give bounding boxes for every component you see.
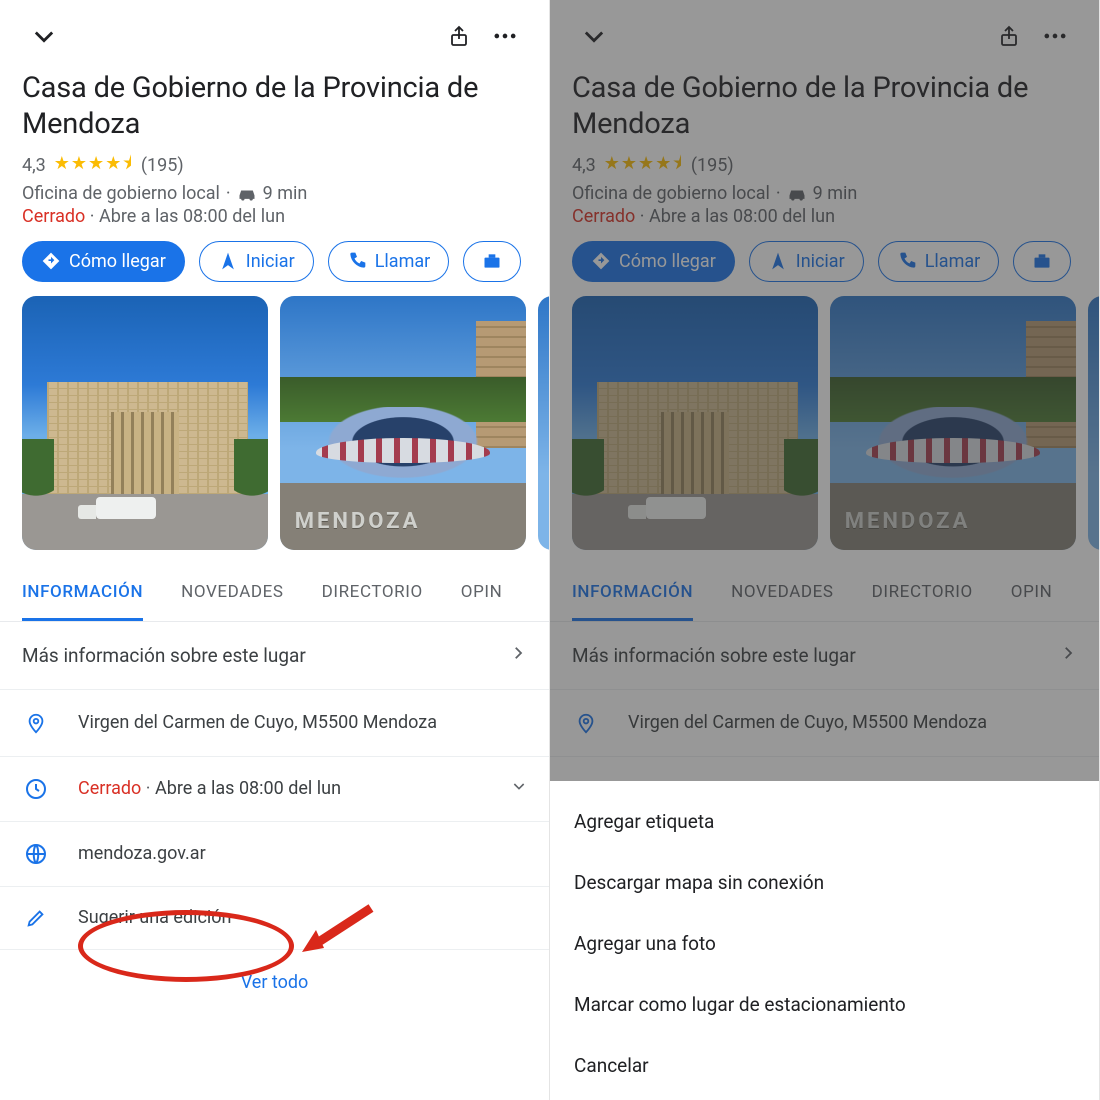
stars-icon: ★★★★⯨ xyxy=(604,151,683,181)
website-row[interactable]: mendoza.gov.ar xyxy=(0,822,549,887)
pin-icon xyxy=(22,710,50,736)
chevron-right-icon xyxy=(509,644,527,667)
photo-1[interactable] xyxy=(572,296,818,550)
photo-letters: MENDOZA xyxy=(295,509,421,534)
directions-button[interactable]: Cómo llegar xyxy=(572,241,735,282)
extra-chip[interactable] xyxy=(463,241,521,282)
address-row[interactable]: Virgen del Carmen de Cuyo, M5500 Mendoza xyxy=(0,690,549,757)
collapse-chevron-icon[interactable] xyxy=(570,16,618,60)
globe-icon xyxy=(22,842,50,866)
place-title: Casa de Gobierno de la Provincia de Mend… xyxy=(550,64,1099,147)
place-category: Oficina de gobierno local xyxy=(22,183,220,204)
hours-row[interactable]: Cerrado · Abre a las 08:00 del lun xyxy=(0,757,549,822)
call-button[interactable]: Llamar xyxy=(878,241,1000,282)
share-icon[interactable] xyxy=(987,16,1031,60)
collapse-chevron-icon[interactable] xyxy=(20,16,68,60)
suggest-edit-row[interactable]: Sugerir una edición xyxy=(0,887,549,950)
website-text: mendoza.gov.ar xyxy=(78,843,527,864)
top-bar xyxy=(0,0,549,64)
rating-row[interactable]: 4,3 ★★★★⯨ (195) xyxy=(0,147,549,183)
start-nav-button[interactable]: Iniciar xyxy=(199,241,314,282)
drive-time: 9 min xyxy=(263,183,308,204)
sheet-add-photo[interactable]: Agregar una foto xyxy=(550,913,1099,974)
more-info-label: Más información sobre este lugar xyxy=(22,644,306,667)
photo-2[interactable]: MENDOZA xyxy=(280,296,526,550)
rating-count: (195) xyxy=(691,155,734,176)
photo-1[interactable] xyxy=(22,296,268,550)
photo-3[interactable] xyxy=(1088,296,1099,550)
hours-text: Cerrado · Abre a las 08:00 del lun xyxy=(78,778,483,799)
suggest-edit-text: Sugerir una edición xyxy=(78,907,527,928)
address-row[interactable]: Virgen del Carmen de Cuyo, M5500 Mendoza xyxy=(550,690,1099,757)
status-opens: Abre a las 08:00 del lun xyxy=(649,206,835,227)
drive-time: 9 min xyxy=(813,183,858,204)
rating-row[interactable]: 4,3 ★★★★⯨ (195) xyxy=(550,147,1099,183)
rating-value: 4,3 xyxy=(22,155,46,176)
photo-2[interactable]: MENDOZA xyxy=(830,296,1076,550)
place-title: Casa de Gobierno de la Provincia de Mend… xyxy=(0,64,549,147)
tabs: INFORMACIÓN NOVEDADES DIRECTORIO OPIN xyxy=(550,566,1099,622)
share-icon[interactable] xyxy=(437,16,481,60)
pin-icon xyxy=(572,710,600,736)
place-category: Oficina de gobierno local xyxy=(572,183,770,204)
tab-news[interactable]: NOVEDADES xyxy=(181,566,284,621)
rating-count: (195) xyxy=(141,155,184,176)
more-menu-icon[interactable] xyxy=(481,16,529,60)
tab-reviews[interactable]: OPIN xyxy=(1011,566,1053,621)
sheet-cancel[interactable]: Cancelar xyxy=(550,1035,1099,1096)
directions-button[interactable]: Cómo llegar xyxy=(22,241,185,282)
call-button[interactable]: Llamar xyxy=(328,241,450,282)
tab-info[interactable]: INFORMACIÓN xyxy=(572,566,693,621)
address-text: Virgen del Carmen de Cuyo, M5500 Mendoza xyxy=(78,712,527,733)
panel-left: Casa de Gobierno de la Provincia de Mend… xyxy=(0,0,550,1100)
photo-strip[interactable]: MENDOZA xyxy=(0,296,549,560)
sheet-download-offline[interactable]: Descargar mapa sin conexión xyxy=(550,852,1099,913)
rating-value: 4,3 xyxy=(572,155,596,176)
status-closed: Cerrado xyxy=(22,206,85,227)
status-closed: Cerrado xyxy=(572,206,635,227)
chevron-down-icon xyxy=(511,778,527,799)
photo-strip[interactable]: MENDOZA xyxy=(550,296,1099,560)
start-label: Iniciar xyxy=(246,251,295,272)
sheet-mark-parking[interactable]: Marcar como lugar de estacionamiento xyxy=(550,974,1099,1035)
photo-3[interactable] xyxy=(538,296,549,550)
chevron-right-icon xyxy=(1059,644,1077,667)
panel-right: Casa de Gobierno de la Provincia de Mend… xyxy=(550,0,1100,1100)
see-all-link[interactable]: Ver todo xyxy=(0,950,549,1023)
top-bar xyxy=(550,0,1099,64)
hours-line: Cerrado · Abre a las 08:00 del lun xyxy=(550,204,1099,241)
tab-info[interactable]: INFORMACIÓN xyxy=(22,566,143,621)
action-chips: Cómo llegar Iniciar Llamar xyxy=(0,241,549,296)
action-sheet: Agregar etiqueta Descargar mapa sin cone… xyxy=(550,781,1099,1100)
action-chips: Cómo llegar Iniciar Llamar xyxy=(550,241,1099,296)
sheet-add-label[interactable]: Agregar etiqueta xyxy=(550,791,1099,852)
more-menu-icon[interactable] xyxy=(1031,16,1079,60)
tab-directory[interactable]: DIRECTORIO xyxy=(322,566,423,621)
tabs: INFORMACIÓN NOVEDADES DIRECTORIO OPIN xyxy=(0,566,549,622)
stars-icon: ★★★★⯨ xyxy=(54,151,133,181)
car-icon xyxy=(237,185,257,201)
directions-label: Cómo llegar xyxy=(69,251,166,272)
tab-reviews[interactable]: OPIN xyxy=(461,566,503,621)
extra-chip[interactable] xyxy=(1013,241,1071,282)
car-icon xyxy=(787,185,807,201)
more-info-row[interactable]: Más información sobre este lugar xyxy=(550,622,1099,690)
tab-news[interactable]: NOVEDADES xyxy=(731,566,834,621)
call-label: Llamar xyxy=(375,251,431,272)
category-line: Oficina de gobierno local · 9 min xyxy=(550,183,1099,204)
start-nav-button[interactable]: Iniciar xyxy=(749,241,864,282)
clock-icon xyxy=(22,777,50,801)
tab-directory[interactable]: DIRECTORIO xyxy=(872,566,973,621)
more-info-row[interactable]: Más información sobre este lugar xyxy=(0,622,549,690)
pencil-icon xyxy=(22,907,50,929)
hours-line: Cerrado · Abre a las 08:00 del lun xyxy=(0,204,549,241)
category-line: Oficina de gobierno local · 9 min xyxy=(0,183,549,204)
status-opens: Abre a las 08:00 del lun xyxy=(99,206,285,227)
